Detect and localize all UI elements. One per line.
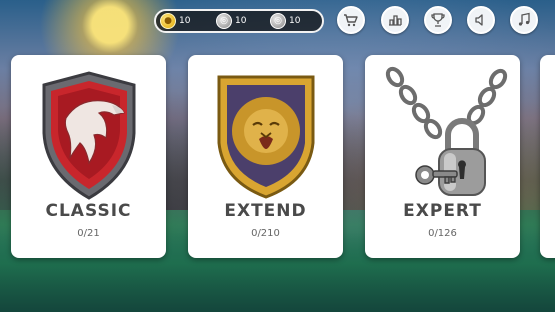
emblem-container (11, 63, 166, 203)
levels-icon (389, 15, 402, 26)
mode-progress: 0/21 (77, 228, 100, 239)
shop-cart-icon (344, 14, 358, 27)
gold-coin-icon: ● (160, 13, 176, 29)
mode-title: EXTEND (224, 201, 307, 221)
mode-title: EXPERT (403, 201, 482, 221)
silver-token-count: 10 (289, 16, 301, 26)
sound-button[interactable] (467, 6, 495, 34)
emblem-container (365, 63, 520, 203)
currency-gold: ● 10 (160, 11, 212, 31)
achievements-button[interactable] (424, 6, 452, 34)
emblem-container (188, 63, 343, 203)
mode-card-next-peek[interactable] (540, 55, 555, 258)
levels-button[interactable] (381, 6, 409, 34)
mode-title: CLASSIC (45, 201, 132, 221)
mode-progress: 0/210 (251, 228, 280, 239)
currency-silver-2: ◎ 10 (270, 11, 322, 31)
shop-button[interactable] (337, 6, 365, 34)
silver-token-icon: ◎ (270, 13, 286, 29)
sound-icon (475, 14, 483, 26)
music-button[interactable] (510, 6, 538, 34)
silver-token-icon: ◎ (216, 13, 232, 29)
eagle-shield-icon (42, 71, 135, 200)
mode-card-expert[interactable]: EXPERT 0/126 (365, 55, 520, 258)
music-icon (518, 12, 530, 26)
chained-padlock-icon (385, 66, 507, 196)
lion-shield-icon (217, 75, 314, 199)
silver-token-count: 10 (235, 16, 247, 26)
currency-silver-1: ◎ 10 (216, 11, 268, 31)
mode-card-extend[interactable]: EXTEND 0/210 (188, 55, 343, 258)
gold-coin-count: 10 (179, 16, 191, 26)
mode-progress: 0/126 (428, 228, 457, 239)
mode-card-classic[interactable]: CLASSIC 0/21 (11, 55, 166, 258)
trophy-icon (431, 13, 445, 27)
